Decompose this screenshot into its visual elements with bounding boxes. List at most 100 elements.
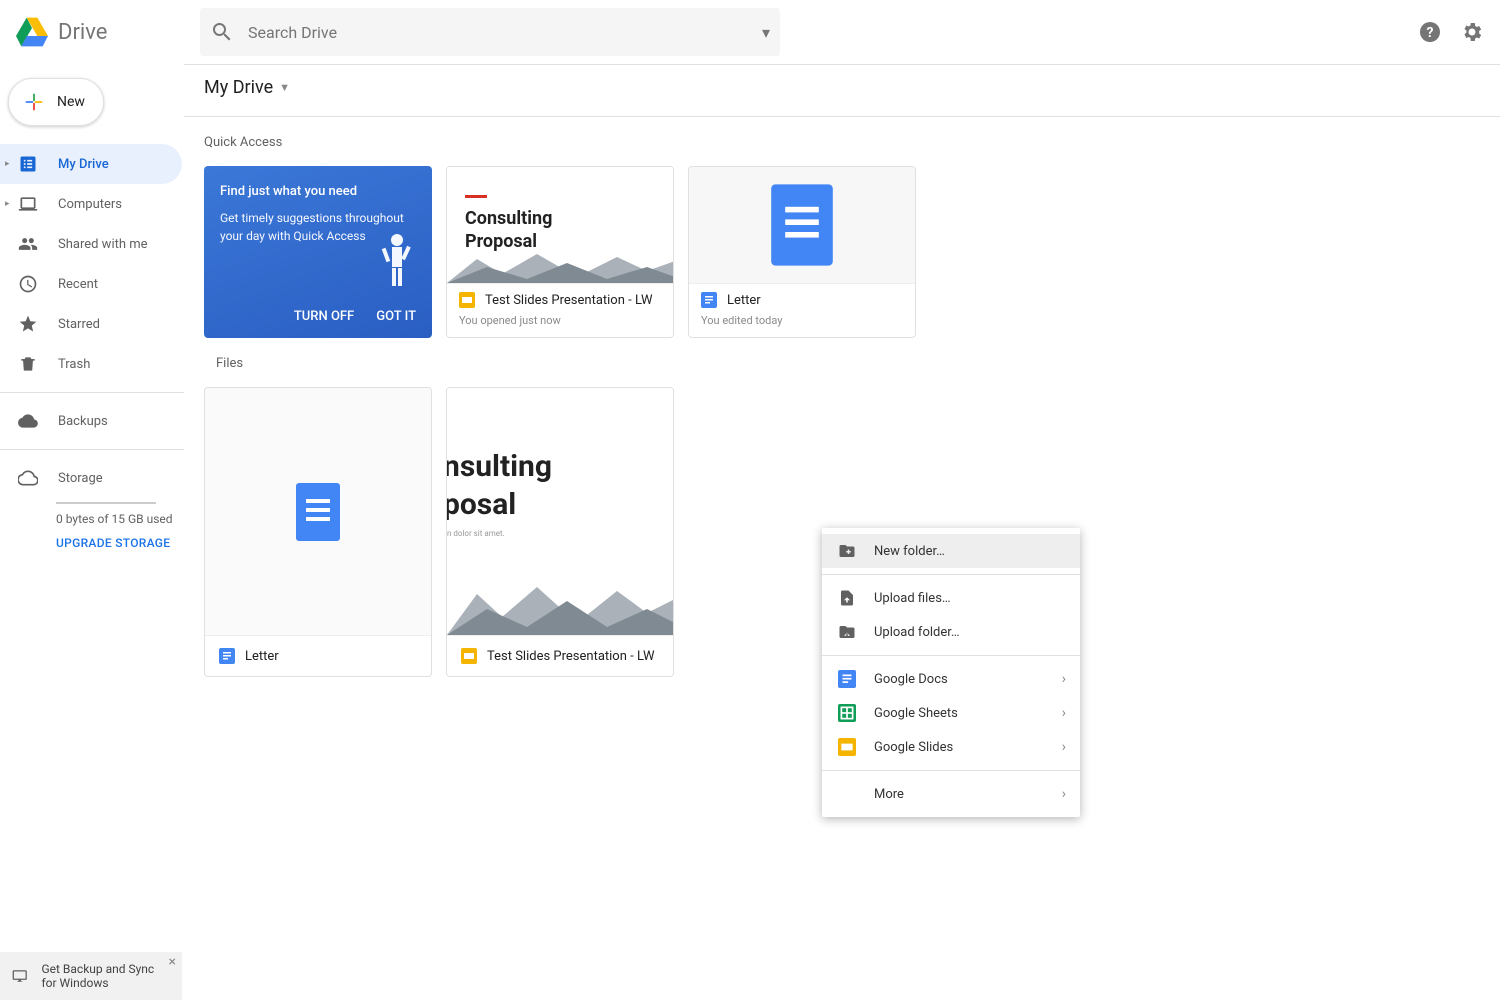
new-label: New [57, 94, 85, 110]
promo-got-it-button[interactable]: GOT IT [376, 309, 416, 324]
storage-used-text: 0 bytes of 15 GB used [56, 512, 184, 526]
quick-access-card[interactable]: ConsultingProposal Test Slides Presentat… [446, 166, 674, 338]
slides-icon [838, 738, 856, 756]
cloud-outline-icon [18, 468, 38, 488]
quick-access-row: Find just what you need Get timely sugge… [204, 166, 1500, 338]
file-name: Letter [727, 293, 761, 308]
breadcrumb-label: My Drive [204, 77, 273, 98]
new-button[interactable]: New [8, 78, 104, 126]
docs-icon [296, 483, 340, 541]
docs-icon [219, 648, 235, 664]
upload-folder-icon [838, 623, 856, 641]
divider [822, 655, 1080, 656]
divider [822, 574, 1080, 575]
context-menu: New folder… Upload files… Upload folder…… [822, 528, 1080, 817]
menu-label: Google Slides [874, 740, 953, 755]
menu-label: Upload files… [874, 591, 951, 606]
logo[interactable]: Drive [16, 17, 200, 47]
star-icon [18, 314, 38, 334]
menu-upload-files[interactable]: Upload files… [822, 581, 1080, 615]
expand-caret-icon[interactable]: ▸ [5, 159, 10, 169]
sidebar: New ▸ My Drive ▸ Computers Shared with m… [0, 64, 184, 1000]
menu-label: Upload folder… [874, 625, 960, 640]
sidebar-item-label: Shared with me [58, 237, 148, 252]
sidebar-item-starred[interactable]: Starred [0, 304, 184, 344]
sidebar-item-label: Backups [58, 414, 108, 429]
new-folder-icon [838, 542, 856, 560]
app-name: Drive [58, 20, 107, 45]
backup-sync-banner[interactable]: Get Backup and Sync for Windows × [0, 952, 182, 1000]
trash-icon [18, 354, 38, 374]
sidebar-item-trash[interactable]: Trash [0, 344, 184, 384]
chevron-down-icon: ▼ [279, 81, 290, 94]
menu-google-docs[interactable]: Google Docs › [822, 662, 1080, 696]
sidebar-item-backups[interactable]: Backups [0, 401, 184, 441]
search-icon [210, 20, 234, 44]
file-card[interactable]: Letter [204, 387, 432, 677]
sidebar-item-computers[interactable]: ▸ Computers [0, 184, 184, 224]
breadcrumb[interactable]: My Drive ▼ [204, 77, 1500, 98]
thumbnail [205, 388, 431, 636]
sidebar-item-label: Recent [58, 277, 98, 292]
docs-icon [701, 292, 717, 308]
sidebar-item-label: Storage [58, 471, 103, 486]
search-input[interactable] [248, 23, 754, 42]
menu-more[interactable]: More › [822, 777, 1080, 811]
close-icon[interactable]: × [169, 954, 176, 970]
slides-icon [459, 292, 475, 308]
banner-text: Get Backup and Sync for Windows [41, 962, 170, 990]
plus-icon [23, 91, 45, 113]
file-name: Test Slides Presentation - LW [485, 293, 653, 308]
thumbnail [689, 167, 915, 284]
sidebar-item-my-drive[interactable]: ▸ My Drive [0, 144, 182, 184]
menu-label: Google Docs [874, 672, 948, 687]
header: Drive ▾ ? [0, 0, 1500, 64]
file-name: Letter [245, 649, 279, 664]
sidebar-item-label: Starred [58, 317, 100, 332]
menu-new-folder[interactable]: New folder… [822, 534, 1080, 568]
people-icon [18, 234, 38, 254]
search-bar[interactable]: ▾ [200, 8, 780, 56]
upgrade-storage-link[interactable]: UPGRADE STORAGE [56, 536, 184, 550]
svg-text:?: ? [1427, 25, 1434, 41]
menu-upload-folder[interactable]: Upload folder… [822, 615, 1080, 649]
file-subtitle: You edited today [701, 314, 903, 327]
storage-bar [56, 502, 156, 504]
menu-google-sheets[interactable]: Google Sheets › [822, 696, 1080, 730]
promo-title: Find just what you need [220, 184, 416, 199]
docs-icon [771, 184, 833, 265]
header-actions: ? [1418, 20, 1484, 44]
menu-google-slides[interactable]: Google Slides › [822, 730, 1080, 764]
clock-icon [18, 274, 38, 294]
files-heading: Files [216, 356, 1500, 371]
chevron-right-icon: › [1062, 786, 1066, 802]
chevron-right-icon: › [1062, 739, 1066, 755]
chevron-right-icon: › [1062, 705, 1066, 721]
menu-label: New folder… [874, 544, 945, 559]
sidebar-item-recent[interactable]: Recent [0, 264, 184, 304]
search-options-icon[interactable]: ▾ [762, 23, 770, 42]
quick-access-heading: Quick Access [204, 135, 1500, 150]
laptop-icon [18, 194, 38, 214]
divider [0, 392, 184, 393]
divider [184, 116, 1500, 117]
menu-label: More [874, 787, 904, 802]
gear-icon[interactable] [1460, 20, 1484, 44]
storage-block: 0 bytes of 15 GB used UPGRADE STORAGE [0, 502, 184, 550]
upload-file-icon [838, 589, 856, 607]
chevron-right-icon: › [1062, 671, 1066, 687]
file-card[interactable]: nsultingposal n dolor sit amet. Test Sli… [446, 387, 674, 677]
slides-icon [461, 648, 477, 664]
sidebar-item-shared[interactable]: Shared with me [0, 224, 184, 264]
expand-caret-icon[interactable]: ▸ [5, 199, 10, 209]
file-subtitle: You opened just now [459, 314, 661, 327]
quick-access-card[interactable]: Letter You edited today [688, 166, 916, 338]
desktop-icon [12, 966, 27, 986]
promo-turn-off-button[interactable]: TURN OFF [294, 309, 354, 324]
divider [0, 449, 184, 450]
help-icon[interactable]: ? [1418, 20, 1442, 44]
sidebar-item-label: Computers [58, 197, 122, 212]
thumbnail: ConsultingProposal [447, 167, 673, 284]
sidebar-item-storage[interactable]: Storage [0, 458, 184, 498]
file-name: Test Slides Presentation - LW [487, 649, 655, 664]
